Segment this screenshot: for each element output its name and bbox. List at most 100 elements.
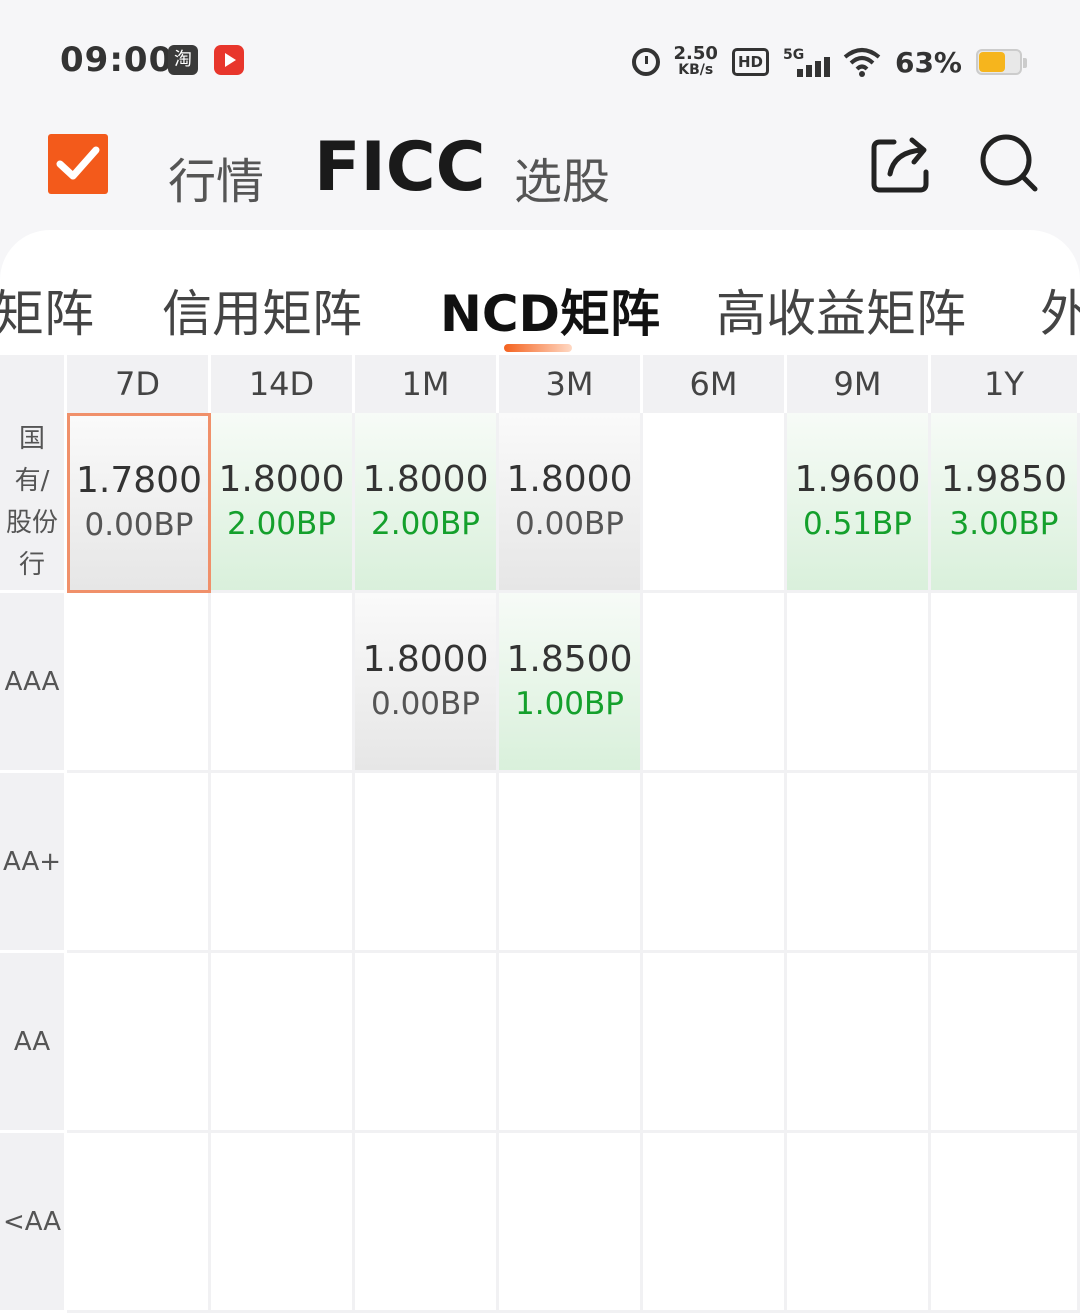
matrix-cell[interactable] bbox=[67, 593, 211, 773]
wifi-icon bbox=[843, 48, 881, 77]
matrix-cell[interactable] bbox=[643, 413, 787, 593]
tab-ficc[interactable]: FICC bbox=[314, 128, 486, 207]
matrix-cell[interactable] bbox=[211, 1133, 355, 1313]
matrix-cell[interactable] bbox=[787, 953, 931, 1133]
matrix-cell[interactable]: 1.8000 0.00BP bbox=[499, 413, 643, 593]
row-header-line: 国 bbox=[18, 423, 45, 454]
cell-bp-change: 2.00BP bbox=[227, 505, 336, 542]
subtab-ncd-matrix[interactable]: NCD矩阵 bbox=[440, 274, 660, 346]
row-header: AA bbox=[0, 953, 64, 1130]
network-speed-value: 2.50 bbox=[673, 43, 718, 64]
cell-bp-change: 0.00BP bbox=[84, 507, 194, 543]
matrix-cell[interactable] bbox=[643, 773, 787, 953]
row-header: <AA bbox=[0, 1133, 64, 1310]
matrix-cell[interactable] bbox=[499, 1133, 643, 1313]
matrix-cell[interactable] bbox=[931, 773, 1080, 953]
column-header-7d: 7D bbox=[67, 355, 211, 413]
column-header-14d: 14D bbox=[211, 355, 355, 413]
matrix-cell[interactable] bbox=[355, 1133, 499, 1313]
matrix-cell[interactable] bbox=[211, 593, 355, 773]
matrix-cell[interactable]: 1.8000 2.00BP bbox=[355, 413, 499, 593]
row-header-line: AA bbox=[13, 1026, 51, 1057]
matrix-cell[interactable]: 1.9850 3.00BP bbox=[931, 413, 1080, 593]
cell-rate: 1.8000 bbox=[362, 638, 489, 680]
cell-rate: 1.7800 bbox=[76, 460, 202, 501]
matrix-cell[interactable] bbox=[355, 953, 499, 1133]
matrix-cell[interactable] bbox=[499, 773, 643, 953]
cellular-signal-icon: 5G bbox=[782, 47, 830, 77]
cell-rate: 1.8000 bbox=[506, 458, 633, 500]
matrix-cell[interactable] bbox=[643, 953, 787, 1133]
network-speed-unit: KB/s bbox=[678, 62, 714, 78]
cell-bp-change: 3.00BP bbox=[949, 505, 1059, 542]
matrix-cell[interactable] bbox=[67, 1133, 211, 1313]
share-icon[interactable] bbox=[870, 134, 932, 194]
hd-voice-icon: HD bbox=[731, 48, 769, 76]
matrix-cell[interactable] bbox=[67, 953, 211, 1133]
cell-bp-change: 0.00BP bbox=[515, 505, 624, 542]
matrix-cell[interactable] bbox=[931, 953, 1080, 1133]
row-header: AA+ bbox=[0, 773, 64, 950]
cell-bp-change: 1.00BP bbox=[515, 685, 624, 722]
active-tab-indicator bbox=[504, 344, 572, 352]
app-header: 行情 FICC 选股 bbox=[0, 120, 1080, 230]
network-type: 5G bbox=[782, 47, 805, 63]
row-header: AAA bbox=[0, 593, 64, 770]
row-header-line: 有/ bbox=[14, 465, 50, 496]
cell-rate: 1.8000 bbox=[362, 458, 489, 500]
column-header-6m: 6M bbox=[643, 355, 787, 413]
matrix-cell[interactable] bbox=[787, 593, 931, 773]
network-speed: 2.50 KB/s bbox=[674, 45, 718, 79]
column-header-9m: 9M bbox=[787, 355, 931, 413]
cell-rate: 1.9850 bbox=[941, 458, 1067, 500]
tab-stock-picker[interactable]: 选股 bbox=[514, 142, 610, 212]
matrix-cell[interactable] bbox=[787, 1133, 931, 1313]
app-logo-checkbox-icon[interactable] bbox=[48, 134, 108, 194]
status-bar: 09:00 淘 2.50 KB/s HD 5G 63% bbox=[0, 0, 1080, 120]
row-header-line: AA+ bbox=[2, 846, 62, 877]
matrix-cell[interactable] bbox=[67, 773, 211, 953]
matrix-cell[interactable] bbox=[643, 1133, 787, 1313]
video-app-notification-icon bbox=[214, 45, 244, 75]
cell-rate: 1.9600 bbox=[794, 458, 921, 500]
matrix-cell[interactable] bbox=[931, 1133, 1080, 1313]
subtab-foreign[interactable]: 外 bbox=[1040, 274, 1080, 346]
matrix-cell[interactable] bbox=[787, 773, 931, 953]
matrix-corner bbox=[0, 355, 67, 413]
matrix-cell[interactable] bbox=[355, 773, 499, 953]
matrix-cell[interactable]: 1.8500 1.00BP bbox=[499, 593, 643, 773]
cell-bp-change: 2.00BP bbox=[371, 505, 480, 542]
matrix-cell[interactable] bbox=[499, 953, 643, 1133]
tab-market[interactable]: 行情 bbox=[168, 142, 264, 212]
alarm-icon bbox=[631, 48, 660, 76]
row-header-line: 行 bbox=[18, 549, 45, 580]
column-header-3m: 3M bbox=[499, 355, 643, 413]
matrix-card: 矩阵 信用矩阵 NCD矩阵 高收益矩阵 外 7D 14D 1M 3M 6M 9M 1Y 国有/… bbox=[0, 230, 1080, 1316]
battery-percent: 63% bbox=[894, 45, 962, 79]
status-time: 09:00 bbox=[60, 40, 174, 80]
matrix-cell[interactable]: 1.9600 0.51BP bbox=[787, 413, 931, 593]
column-header-1m: 1M bbox=[355, 355, 499, 413]
subtab-high-yield-matrix[interactable]: 高收益矩阵 bbox=[716, 274, 966, 346]
matrix-cell[interactable]: 1.8000 2.00BP bbox=[211, 413, 355, 593]
cell-rate: 1.8000 bbox=[218, 458, 345, 500]
battery-icon bbox=[976, 49, 1027, 75]
matrix-cell[interactable] bbox=[931, 593, 1080, 773]
status-icons: 2.50 KB/s HD 5G 63% bbox=[631, 40, 1027, 84]
row-header-line: <AA bbox=[2, 1206, 62, 1237]
column-header-1y: 1Y bbox=[931, 355, 1080, 413]
cell-bp-change: 0.51BP bbox=[803, 505, 912, 542]
search-icon[interactable] bbox=[978, 132, 1040, 194]
matrix-cell[interactable] bbox=[643, 593, 787, 773]
taobao-notification-icon: 淘 bbox=[168, 45, 198, 75]
subtab-credit-matrix[interactable]: 信用矩阵 bbox=[162, 274, 362, 346]
sub-tab-bar[interactable]: 矩阵 信用矩阵 NCD矩阵 高收益矩阵 外 bbox=[0, 230, 1080, 355]
matrix-cell[interactable] bbox=[211, 773, 355, 953]
subtab-matrix[interactable]: 矩阵 bbox=[0, 274, 94, 346]
matrix-cell[interactable] bbox=[211, 953, 355, 1133]
cell-bp-change: 0.00BP bbox=[371, 685, 480, 722]
matrix-cell[interactable]: 1.8000 0.00BP bbox=[355, 593, 499, 773]
row-header-line: AAA bbox=[4, 666, 60, 697]
row-header: 国有/股份行 bbox=[0, 413, 64, 590]
matrix-cell[interactable]: 1.7800 0.00BP bbox=[67, 413, 211, 593]
